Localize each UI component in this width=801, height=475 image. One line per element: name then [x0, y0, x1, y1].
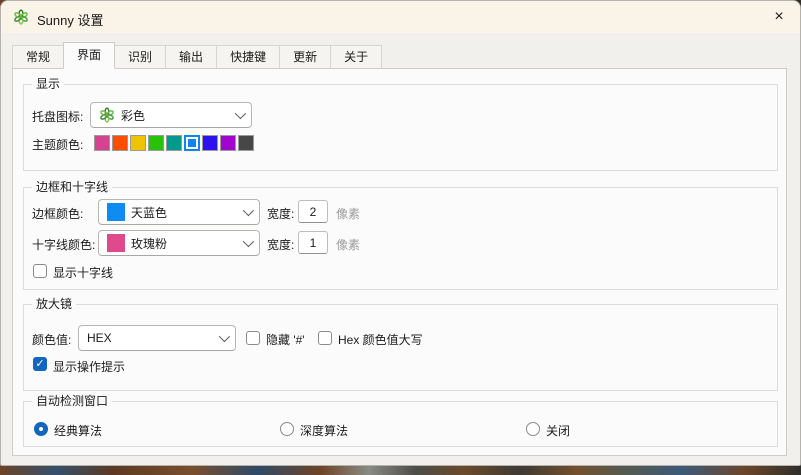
show-tips-label[interactable]: 显示操作提示 [53, 358, 125, 375]
chevron-down-icon [235, 108, 246, 119]
crosshair-width-input[interactable] [298, 231, 328, 254]
hex-uppercase-checkbox[interactable] [318, 331, 332, 345]
color-format-select[interactable]: HEX [78, 325, 236, 351]
settings-window: Sunny 设置 × 常规 界面 识别 输出 快捷键 更新 关于 显示 托盘图标… [0, 0, 801, 466]
tray-color-logo-icon [99, 107, 115, 123]
theme-color-swatch[interactable] [238, 135, 254, 151]
tab-output[interactable]: 输出 [165, 45, 217, 68]
radio-classic-label[interactable]: 经典算法 [54, 422, 102, 439]
crosshair-color-swatch [107, 234, 125, 252]
theme-color-swatch[interactable] [166, 135, 182, 151]
close-button[interactable]: × [764, 3, 794, 31]
tab-recognition[interactable]: 识别 [114, 45, 166, 68]
theme-color-swatch[interactable] [94, 135, 110, 151]
tab-about[interactable]: 关于 [330, 45, 382, 68]
show-tips-checkbox[interactable]: ✓ [33, 357, 47, 371]
border-color-value: 天蓝色 [131, 204, 239, 221]
group-border-crosshair: 边框和十字线 边框颜色: 天蓝色 宽度: 像素 十字线颜色: 玫瑰粉 宽度: 像… [23, 187, 778, 290]
radio-depth-label[interactable]: 深度算法 [300, 422, 348, 439]
group-display: 显示 托盘图标: 彩色 主题颜色: [23, 84, 778, 171]
theme-color-swatch[interactable] [148, 135, 164, 151]
border-width-label: 宽度: [267, 205, 294, 222]
tray-icon-value: 彩色 [121, 107, 231, 124]
color-format-label: 颜色值: [32, 331, 71, 348]
chevron-down-icon [219, 331, 230, 342]
tab-update[interactable]: 更新 [279, 45, 331, 68]
hide-hash-checkbox[interactable] [246, 331, 260, 345]
group-display-title: 显示 [32, 76, 64, 92]
chevron-down-icon [243, 236, 254, 247]
group-autodetect: 自动检测窗口 经典算法 深度算法 关闭 [23, 401, 778, 447]
tray-icon-label: 托盘图标: [32, 108, 83, 125]
theme-color-swatch[interactable] [112, 135, 128, 151]
border-color-select[interactable]: 天蓝色 [98, 199, 260, 225]
theme-color-label: 主题颜色: [32, 136, 83, 153]
crosshair-width-label: 宽度: [267, 236, 294, 253]
border-color-swatch [107, 203, 125, 221]
tab-hotkeys[interactable]: 快捷键 [216, 45, 280, 68]
group-magnifier: 放大镜 颜色值: HEX 隐藏 '#' Hex 颜色值大写 ✓ 显示操作提示 [23, 304, 778, 391]
crosshair-color-value: 玫瑰粉 [131, 235, 239, 252]
crosshair-color-label: 十字线颜色: [32, 236, 95, 253]
tab-bar: 常规 界面 识别 输出 快捷键 更新 关于 [12, 43, 381, 68]
tab-general[interactable]: 常规 [12, 45, 64, 68]
crosshair-color-select[interactable]: 玫瑰粉 [98, 230, 260, 256]
group-magnifier-title: 放大镜 [32, 296, 76, 312]
theme-color-swatch-selected[interactable] [184, 135, 200, 151]
group-autodetect-title: 自动检测窗口 [32, 393, 112, 409]
window-title: Sunny 设置 [37, 10, 103, 29]
tray-icon-select[interactable]: 彩色 [90, 102, 252, 128]
radio-depth-algorithm[interactable] [280, 422, 294, 436]
border-width-input[interactable] [298, 200, 328, 223]
app-logo-icon [13, 9, 29, 25]
radio-off[interactable] [526, 422, 540, 436]
show-crosshair-checkbox[interactable] [33, 264, 47, 278]
hide-hash-label[interactable]: 隐藏 '#' [266, 331, 305, 348]
show-crosshair-label[interactable]: 显示十字线 [53, 264, 113, 281]
radio-classic-algorithm[interactable] [34, 422, 48, 436]
chevron-down-icon [243, 205, 254, 216]
border-width-unit: 像素 [336, 205, 360, 222]
radio-off-label[interactable]: 关闭 [546, 422, 570, 439]
theme-color-swatch[interactable] [220, 135, 236, 151]
theme-color-swatch[interactable] [130, 135, 146, 151]
theme-color-swatch[interactable] [202, 135, 218, 151]
tab-interface[interactable]: 界面 [63, 42, 115, 69]
hex-uppercase-label[interactable]: Hex 颜色值大写 [338, 331, 423, 348]
color-format-value: HEX [87, 331, 215, 345]
border-color-label: 边框颜色: [32, 205, 83, 222]
group-border-title: 边框和十字线 [32, 179, 112, 195]
crosshair-width-unit: 像素 [336, 236, 360, 253]
titlebar: Sunny 设置 × [1, 1, 800, 33]
